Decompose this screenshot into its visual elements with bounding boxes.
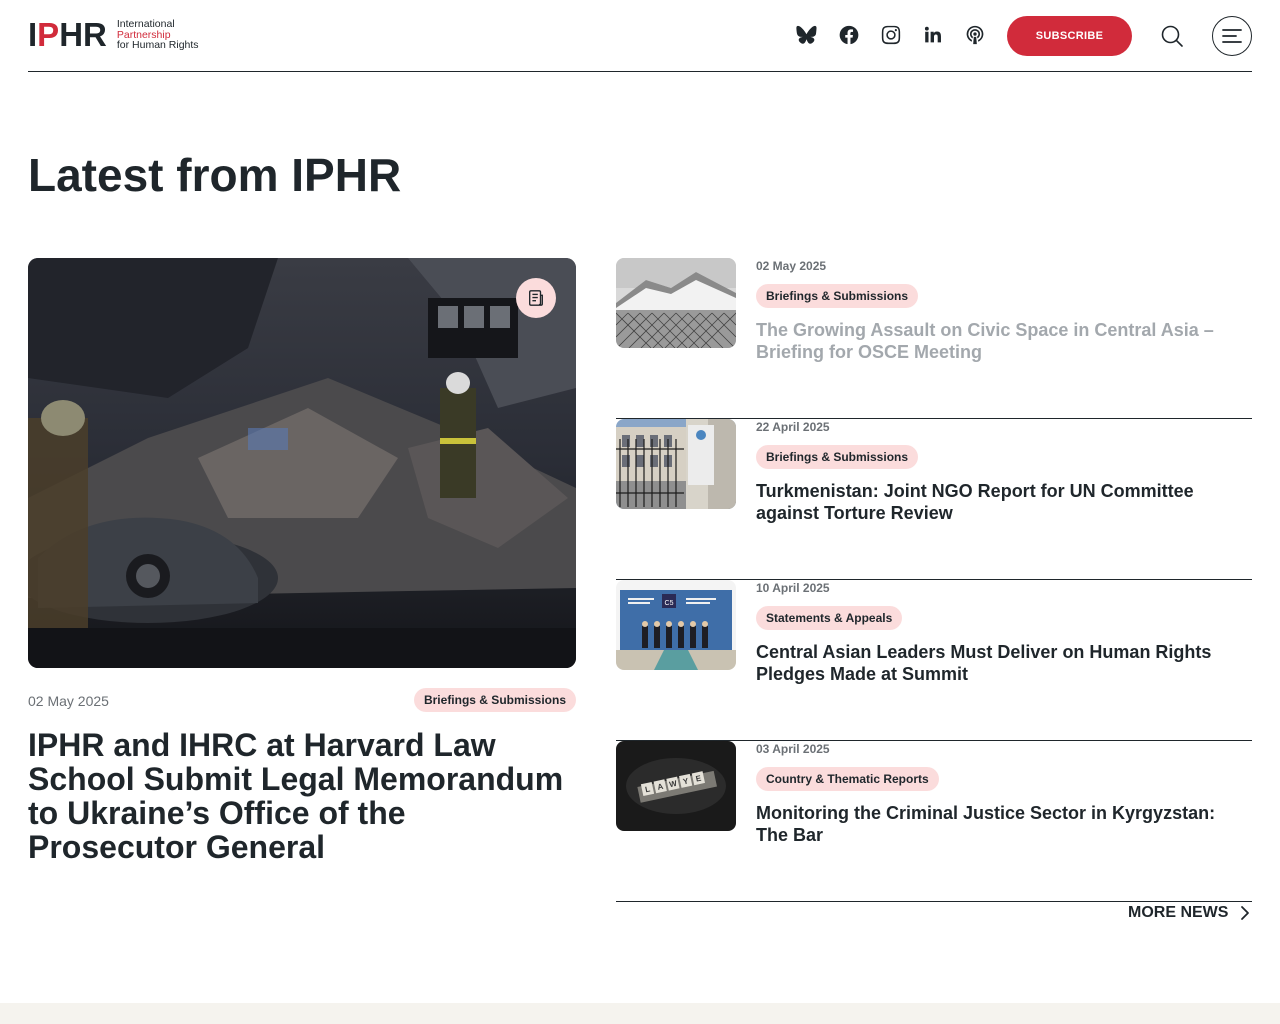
news-item[interactable]: C5 10 April 2025 Statements & Appeals Ce… (616, 580, 1252, 741)
site-header: IPHR International Partnership for Human… (28, 0, 1252, 72)
news-category-tag[interactable]: Statements & Appeals (756, 606, 903, 630)
bluesky-icon[interactable] (796, 24, 818, 46)
facebook-icon[interactable] (838, 24, 860, 46)
subscribe-button[interactable]: SUBSCRIBE (1007, 16, 1132, 56)
news-date: 10 April 2025 (756, 581, 830, 595)
news-item[interactable]: LAWYE 03 April 2025 Country & Thematic R… (616, 741, 1252, 902)
linkedin-icon[interactable] (922, 24, 944, 46)
search-icon[interactable] (1160, 24, 1184, 48)
news-date: 22 April 2025 (756, 420, 830, 434)
news-thumbnail[interactable]: C5 (616, 580, 736, 670)
featured-title[interactable]: IPHR and IHRC at Harvard Law School Subm… (28, 728, 576, 864)
news-date: 03 April 2025 (756, 742, 830, 756)
social-links (796, 24, 986, 46)
news-thumbnail[interactable]: LAWYE (616, 741, 736, 831)
news-thumbnail[interactable] (616, 419, 736, 509)
footer-band (0, 1003, 1280, 1024)
document-icon (516, 278, 556, 318)
news-date: 02 May 2025 (756, 259, 827, 273)
featured-image[interactable] (28, 258, 576, 668)
logo-wordmark: International Partnership for Human Righ… (116, 18, 199, 52)
svg-text:C5: C5 (665, 600, 674, 607)
news-thumbnail[interactable] (616, 258, 736, 348)
news-title[interactable]: Central Asian Leaders Must Deliver on Hu… (756, 641, 1236, 685)
featured-date: 02 May 2025 (28, 693, 109, 709)
news-item[interactable]: 22 April 2025 Briefings & Submissions Tu… (616, 419, 1252, 580)
podcast-icon[interactable] (964, 24, 986, 46)
news-title[interactable]: Monitoring the Criminal Justice Sector i… (756, 802, 1236, 846)
chevron-right-icon (1241, 906, 1250, 920)
news-category-tag[interactable]: Country & Thematic Reports (756, 767, 939, 791)
more-news-label: MORE NEWS (1128, 904, 1229, 921)
page-title: Latest from IPHR (28, 149, 402, 201)
menu-button[interactable] (1212, 16, 1252, 56)
news-title[interactable]: The Growing Assault on Civic Space in Ce… (756, 319, 1236, 363)
news-item[interactable]: 02 May 2025 Briefings & Submissions The … (616, 258, 1252, 419)
news-title[interactable]: Turkmenistan: Joint NGO Report for UN Co… (756, 480, 1236, 524)
news-category-tag[interactable]: Briefings & Submissions (756, 445, 919, 469)
iphr-logo[interactable]: IPHR International Partnership for Human… (28, 16, 199, 53)
hamburger-icon (1222, 29, 1242, 43)
instagram-icon[interactable] (880, 24, 902, 46)
more-news-link[interactable]: MORE NEWS (1128, 904, 1250, 922)
featured-category-tag[interactable]: Briefings & Submissions (413, 688, 576, 712)
logo-mark: IPHR (28, 16, 107, 53)
news-category-tag[interactable]: Briefings & Submissions (756, 284, 919, 308)
